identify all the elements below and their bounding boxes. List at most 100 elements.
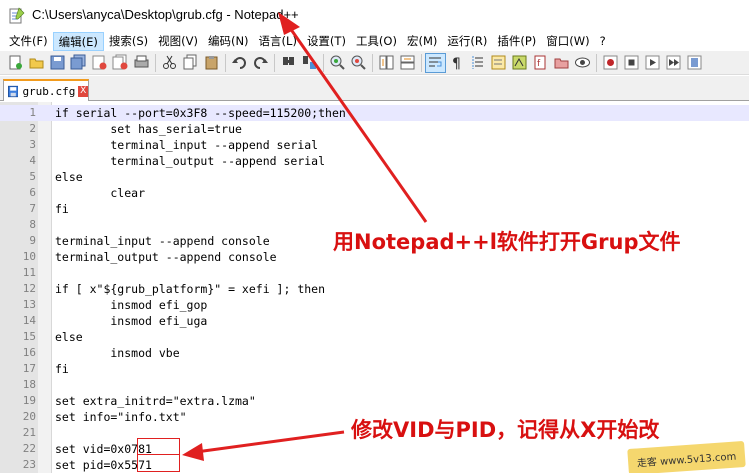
menu-item-10[interactable]: 插件(P) xyxy=(492,32,541,51)
new-file-button[interactable] xyxy=(5,53,26,73)
sync-vertical-icon xyxy=(379,55,394,70)
monitor-icon xyxy=(575,57,590,68)
sync-vertical-button[interactable] xyxy=(376,53,397,73)
line-number: 17 xyxy=(22,362,36,375)
print-button[interactable] xyxy=(131,53,152,73)
editor-line[interactable]: 16 insmod vbe xyxy=(0,345,749,361)
editor-line[interactable]: 6 clear xyxy=(0,185,749,201)
editor-line[interactable]: 5 else xyxy=(0,169,749,185)
save-macro-button[interactable] xyxy=(684,53,705,73)
close-all-icon xyxy=(112,54,128,70)
function-list-button[interactable]: f xyxy=(530,53,551,73)
find-button[interactable] xyxy=(278,53,299,73)
line-number: 2 xyxy=(29,122,36,135)
stop-macro-icon xyxy=(624,55,639,70)
menu-item-7[interactable]: 工具(O) xyxy=(351,32,402,51)
stop-macro-button[interactable] xyxy=(621,53,642,73)
editor-line[interactable]: 17 fi xyxy=(0,361,749,377)
close-all-button[interactable] xyxy=(110,53,131,73)
line-number: 18 xyxy=(22,378,36,391)
play-macro-button[interactable] xyxy=(642,53,663,73)
line-number: 10 xyxy=(22,250,36,263)
editor-line[interactable]: 2 set has_serial=true xyxy=(0,121,749,137)
open-file-button[interactable] xyxy=(26,53,47,73)
close-button[interactable] xyxy=(89,53,110,73)
line-code: terminal_input --append console xyxy=(55,234,270,248)
line-number: 12 xyxy=(22,282,36,295)
editor-line[interactable]: 14 insmod efi_uga xyxy=(0,313,749,329)
toolbar-separator xyxy=(421,53,422,72)
record-macro-button[interactable] xyxy=(600,53,621,73)
open-file-annotation: 用Notepad++l软件打开Grup文件 xyxy=(333,230,681,254)
menu-item-6[interactable]: 设置(T) xyxy=(302,32,351,51)
line-code: terminal_output --append serial xyxy=(55,154,326,168)
editor-line[interactable]: 19 set extra_initrd="extra.lzma" xyxy=(0,393,749,409)
tab-close-icon[interactable]: X xyxy=(78,85,88,97)
line-code: fi xyxy=(55,202,69,216)
sync-horizontal-icon xyxy=(400,55,415,70)
saved-file-icon xyxy=(8,85,19,97)
line-number: 15 xyxy=(22,330,36,343)
line-code: if [ x"${grub_platform}" = xefi ]; then xyxy=(55,282,326,296)
save-macro-icon xyxy=(687,55,702,70)
line-code: insmod efi_uga xyxy=(55,314,208,328)
redo-button[interactable] xyxy=(250,53,271,73)
show-all-chars-icon: ¶ xyxy=(452,56,461,71)
tab-grub-cfg[interactable]: grub.cfg X xyxy=(3,79,89,101)
save-button[interactable] xyxy=(47,53,68,73)
editor-line[interactable]: 15 else xyxy=(0,329,749,345)
editor-line[interactable]: 18 xyxy=(0,377,749,393)
user-language-button[interactable] xyxy=(488,53,509,73)
play-multiple-macro-button[interactable] xyxy=(663,53,684,73)
menu-item-8[interactable]: 宏(M) xyxy=(402,32,442,51)
indent-guide-button[interactable] xyxy=(467,53,488,73)
zoom-out-icon xyxy=(351,55,366,70)
editor-line[interactable]: 4 terminal_output --append serial xyxy=(0,153,749,169)
pid-highlight-box xyxy=(137,454,180,472)
line-code: terminal_input --append serial xyxy=(55,138,319,152)
line-number: 5 xyxy=(29,170,36,183)
sync-horizontal-button[interactable] xyxy=(397,53,418,73)
cut-button[interactable] xyxy=(159,53,180,73)
toolbar: ¶ f xyxy=(0,51,749,75)
line-number: 20 xyxy=(22,410,36,423)
record-macro-icon xyxy=(603,55,618,70)
replace-button[interactable] xyxy=(299,53,320,73)
editor-line[interactable]: 13 insmod efi_gop xyxy=(0,297,749,313)
menu-item-9[interactable]: 运行(R) xyxy=(442,32,492,51)
line-number: 9 xyxy=(29,234,36,247)
edit-ids-annotation: 修改VID与PID，记得从X开始改 xyxy=(351,418,660,442)
word-wrap-button[interactable] xyxy=(425,52,446,73)
doc-map-button[interactable] xyxy=(509,53,530,73)
menu-item-11[interactable]: 窗口(W) xyxy=(541,32,594,51)
menu-item-5[interactable]: 语言(L) xyxy=(254,32,302,51)
line-number: 4 xyxy=(29,154,36,167)
line-code: set info="info.txt" xyxy=(55,410,187,424)
editor-line[interactable]: 7 fi xyxy=(0,201,749,217)
menu-item-3[interactable]: 视图(V) xyxy=(153,32,203,51)
editor-line[interactable]: 11 xyxy=(0,265,749,281)
menu-item-1[interactable]: 编辑(E) xyxy=(52,31,104,51)
monitor-button[interactable] xyxy=(572,53,593,73)
show-all-chars-button[interactable]: ¶ xyxy=(446,53,467,73)
zoom-out-button[interactable] xyxy=(348,53,369,73)
undo-button[interactable] xyxy=(229,53,250,73)
menu-item-2[interactable]: 搜索(S) xyxy=(104,32,153,51)
title-bar: C:\Users\anyca\Desktop\grub.cfg - Notepa… xyxy=(0,0,749,31)
copy-button[interactable] xyxy=(180,53,201,73)
play-multiple-macro-icon xyxy=(666,55,681,70)
menu-item-12[interactable]: ? xyxy=(595,32,611,51)
zoom-in-button[interactable] xyxy=(327,53,348,73)
save-all-button[interactable] xyxy=(68,53,89,73)
menu-item-4[interactable]: 编码(N) xyxy=(203,32,254,51)
indent-guide-icon xyxy=(472,56,483,69)
toolbar-separator xyxy=(323,53,324,72)
tab-bar: grub.cfg X xyxy=(0,76,749,101)
paste-button[interactable] xyxy=(201,53,222,73)
editor-line[interactable]: 12 if [ x"${grub_platform}" = xefi ]; the… xyxy=(0,281,749,297)
menu-item-0[interactable]: 文件(F) xyxy=(4,32,53,51)
folder-workspace-button[interactable] xyxy=(551,53,572,73)
line-number: 19 xyxy=(22,394,36,407)
editor-line[interactable]: 1 if serial --port=0x3F8 --speed=115200;t… xyxy=(0,105,749,121)
editor-line[interactable]: 3 terminal_input --append serial xyxy=(0,137,749,153)
